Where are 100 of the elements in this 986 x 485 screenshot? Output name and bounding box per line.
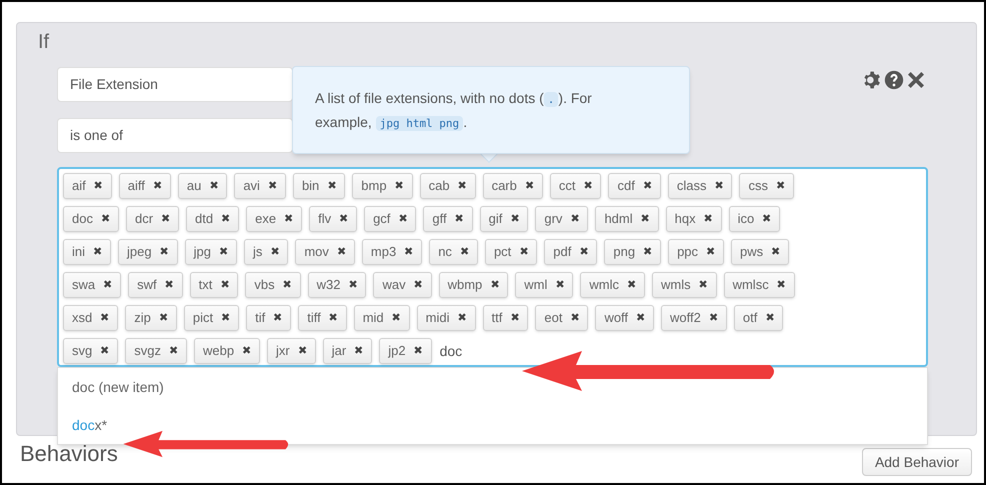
remove-tag-button[interactable]: ✖ <box>643 244 652 260</box>
remove-tag-button[interactable]: ✖ <box>704 210 713 228</box>
settings-icon[interactable] <box>862 70 882 90</box>
remove-tag-button[interactable]: ✖ <box>771 244 780 260</box>
tag-label: png <box>613 243 636 262</box>
remove-tag-button[interactable]: ✖ <box>164 276 174 294</box>
tag-label: swf <box>137 276 157 294</box>
remove-tag-button[interactable]: ✖ <box>706 244 716 260</box>
add-behavior-button[interactable]: Add Behavior <box>862 448 972 476</box>
tag-label: txt <box>198 276 212 294</box>
remove-tag-button[interactable]: ✖ <box>327 178 336 194</box>
remove-tag-button[interactable]: ✖ <box>640 210 650 228</box>
remove-tag-button[interactable]: ✖ <box>579 244 588 260</box>
remove-tag-button[interactable]: ✖ <box>354 342 364 360</box>
tag-label: pdf <box>553 243 572 262</box>
remove-tag-button[interactable]: ✖ <box>636 310 646 326</box>
remove-tag-button[interactable]: ✖ <box>414 276 423 294</box>
remove-tag-button[interactable]: ✖ <box>93 244 102 260</box>
remove-tag-button[interactable]: ✖ <box>404 244 414 260</box>
remove-tag-button[interactable]: ✖ <box>490 276 500 294</box>
tag-label: exe <box>255 210 276 228</box>
remove-tag-button[interactable]: ✖ <box>708 310 718 326</box>
tag-label: webp <box>202 342 234 360</box>
remove-tag-button[interactable]: ✖ <box>160 244 169 260</box>
remove-tag-button[interactable]: ✖ <box>220 276 230 294</box>
tag-label: dtd <box>195 210 214 228</box>
remove-tag-button[interactable]: ✖ <box>460 244 469 260</box>
remove-tag-button[interactable]: ✖ <box>94 178 103 194</box>
remove-tag-button[interactable]: ✖ <box>776 178 785 194</box>
remove-tag-button[interactable]: ✖ <box>454 210 464 228</box>
remove-tag-button[interactable]: ✖ <box>570 210 580 228</box>
remove-tag-button[interactable]: ✖ <box>642 178 652 194</box>
tag-label: js <box>252 243 262 262</box>
remove-tag-button[interactable]: ✖ <box>348 276 358 294</box>
remove-tag-button[interactable]: ✖ <box>392 310 401 326</box>
remove-tag-button[interactable]: ✖ <box>776 276 786 294</box>
operator-select[interactable]: is one of <box>57 118 293 153</box>
tag-label: woff2 <box>670 309 701 328</box>
suggestion-item[interactable]: doc (new item) <box>58 368 927 406</box>
remove-tag-button[interactable]: ✖ <box>161 210 170 228</box>
remove-tag-button[interactable]: ✖ <box>458 178 467 194</box>
remove-tag-button[interactable]: ✖ <box>221 310 230 326</box>
remove-tag-button[interactable]: ✖ <box>209 178 218 194</box>
tag-label: tiff <box>307 309 321 328</box>
remove-tag-button[interactable]: ✖ <box>268 178 277 194</box>
remove-tag-button[interactable]: ✖ <box>626 276 636 294</box>
tag-label: wbmp <box>448 276 482 294</box>
field-select[interactable]: File Extension <box>57 67 293 102</box>
remove-tag-button[interactable]: ✖ <box>298 342 307 360</box>
tag-label: bmp <box>361 177 387 196</box>
remove-tag-button[interactable]: ✖ <box>510 210 520 228</box>
remove-tag-button[interactable]: ✖ <box>398 210 408 228</box>
tag-label: wmls <box>660 276 691 294</box>
remove-tag-button[interactable]: ✖ <box>270 244 280 260</box>
remove-tag-button[interactable]: ✖ <box>221 210 230 228</box>
remove-tag-button[interactable]: ✖ <box>765 310 774 326</box>
remove-tag-button[interactable]: ✖ <box>339 210 348 228</box>
remove-tag-button[interactable]: ✖ <box>583 178 592 194</box>
remove-tag-button[interactable]: ✖ <box>152 178 162 194</box>
remove-tag-button[interactable]: ✖ <box>555 276 564 294</box>
tag-label: carb <box>492 177 517 196</box>
tag-label: otf <box>742 309 758 328</box>
tag-label: gff <box>432 210 447 228</box>
remove-tag-button[interactable]: ✖ <box>414 342 423 360</box>
tag-label: dcr <box>134 210 154 228</box>
remove-tag-button[interactable]: ✖ <box>218 244 228 260</box>
tag-label: aiff <box>128 177 145 196</box>
remove-tag-button[interactable]: ✖ <box>762 210 772 228</box>
remove-tag-button[interactable]: ✖ <box>103 276 112 294</box>
remove-tag-button[interactable]: ✖ <box>168 342 178 360</box>
remove-tag-button[interactable]: ✖ <box>698 276 708 294</box>
tag-label: avi <box>243 177 260 196</box>
remove-tag-button[interactable]: ✖ <box>510 310 520 326</box>
tag-label: wml <box>524 276 548 294</box>
remove-tag-button[interactable]: ✖ <box>242 342 252 360</box>
tag-label: nc <box>438 243 452 262</box>
remove-tag-button[interactable]: ✖ <box>458 310 467 326</box>
remove-tag-button[interactable]: ✖ <box>714 178 724 194</box>
remove-tag-button[interactable]: ✖ <box>100 342 110 360</box>
remove-tag-button[interactable]: ✖ <box>100 210 110 228</box>
close-icon[interactable] <box>906 70 926 90</box>
remove-tag-button[interactable]: ✖ <box>100 310 110 326</box>
remove-tag-button[interactable]: ✖ <box>519 244 528 260</box>
remove-tag-button[interactable]: ✖ <box>570 310 580 326</box>
remove-tag-button[interactable]: ✖ <box>284 210 294 228</box>
tag-input-field[interactable] <box>57 167 928 367</box>
remove-tag-button[interactable]: ✖ <box>336 244 346 260</box>
tag-label: eot <box>544 309 562 328</box>
tag-label: wmlsc <box>732 276 769 294</box>
remove-tag-button[interactable]: ✖ <box>273 310 282 326</box>
tag-label: swa <box>72 276 96 294</box>
remove-tag-button[interactable]: ✖ <box>394 178 404 194</box>
remove-tag-button[interactable]: ✖ <box>158 310 168 326</box>
remove-tag-button[interactable]: ✖ <box>524 178 534 194</box>
help-icon[interactable] <box>884 70 904 90</box>
tooltip-text: A list of file extensions, with no dots ( . ). For example, jpg html png . <box>315 89 593 133</box>
tag-label: grv <box>544 210 562 228</box>
remove-tag-button[interactable]: ✖ <box>282 276 292 294</box>
remove-tag-button[interactable]: ✖ <box>328 310 338 326</box>
tag-label: jpg <box>194 243 211 262</box>
